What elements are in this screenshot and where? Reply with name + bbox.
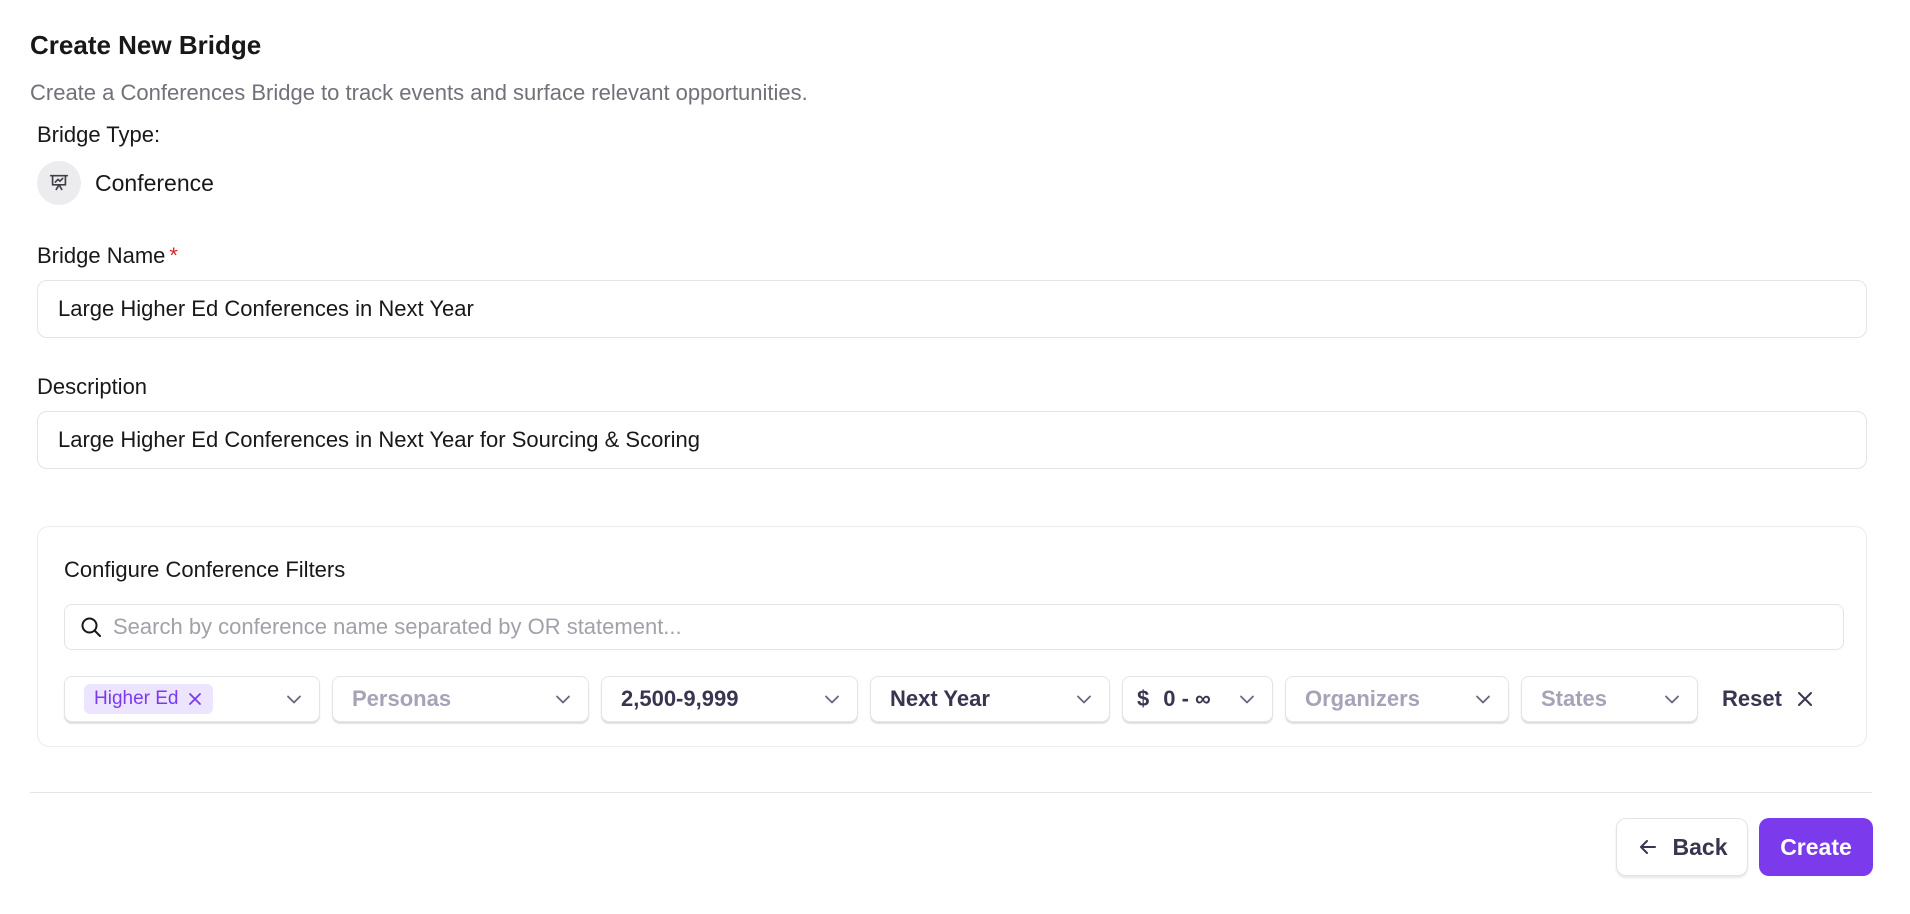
bridge-name-label: Bridge Name * — [37, 243, 178, 269]
chevron-down-icon — [1663, 690, 1681, 708]
bridge-name-label-text: Bridge Name — [37, 243, 166, 268]
budget-dropdown[interactable]: $0 - ∞ — [1122, 676, 1273, 722]
personas-placeholder: Personas — [352, 686, 452, 711]
budget-range: 0 - ∞ — [1163, 686, 1211, 711]
back-button[interactable]: Back — [1616, 818, 1748, 876]
personas-dropdown[interactable]: Personas — [332, 676, 589, 722]
states-placeholder: States — [1541, 686, 1608, 711]
required-marker: * — [169, 243, 178, 268]
industry-dropdown[interactable]: Higher Ed — [64, 676, 320, 722]
description-label: Description — [37, 374, 148, 399]
budget-value: $0 - ∞ — [1137, 686, 1211, 712]
industry-chip-label: Higher Ed — [94, 688, 179, 709]
chevron-down-icon — [554, 690, 572, 708]
conference-search-input[interactable] — [113, 605, 1843, 649]
presentation-chart-icon — [37, 161, 81, 205]
reset-filters-button[interactable]: Reset — [1722, 686, 1814, 712]
bridge-type-value: Conference — [95, 169, 214, 196]
filters-title: Configure Conference Filters — [64, 557, 346, 582]
reset-label: Reset — [1722, 686, 1782, 711]
close-icon — [1796, 690, 1814, 708]
filters-card: Configure Conference Filters Higher Ed P… — [37, 526, 1867, 747]
chevron-down-icon — [1474, 690, 1492, 708]
chevron-down-icon — [1238, 690, 1256, 708]
states-dropdown[interactable]: States — [1521, 676, 1698, 722]
filter-row: Higher Ed Personas 2,500-9,999 Next Year — [64, 675, 1814, 723]
bridge-name-input[interactable] — [37, 280, 1867, 338]
footer-divider — [30, 792, 1872, 793]
chip-remove-icon[interactable] — [187, 691, 203, 707]
attendance-value: 2,500-9,999 — [621, 686, 739, 711]
timeframe-dropdown[interactable]: Next Year — [870, 676, 1110, 722]
dollar-icon: $ — [1137, 686, 1150, 711]
organizers-placeholder: Organizers — [1305, 686, 1420, 711]
chevron-down-icon — [285, 690, 303, 708]
timeframe-value: Next Year — [890, 686, 990, 711]
create-button[interactable]: Create — [1759, 818, 1873, 876]
back-label: Back — [1672, 833, 1728, 860]
page-title: Create New Bridge — [30, 30, 262, 60]
search-icon — [79, 615, 103, 639]
conference-search-box[interactable] — [64, 604, 1844, 650]
bridge-type-row: Conference — [37, 161, 214, 205]
industry-chip: Higher Ed — [84, 684, 213, 714]
description-input[interactable] — [37, 411, 1867, 469]
chevron-down-icon — [823, 690, 841, 708]
organizers-dropdown[interactable]: Organizers — [1285, 676, 1509, 722]
arrow-left-icon — [1637, 836, 1659, 858]
page-subtitle: Create a Conferences Bridge to track eve… — [30, 80, 808, 105]
chevron-down-icon — [1075, 690, 1093, 708]
bridge-type-label: Bridge Type: — [37, 122, 161, 147]
attendance-dropdown[interactable]: 2,500-9,999 — [601, 676, 858, 722]
